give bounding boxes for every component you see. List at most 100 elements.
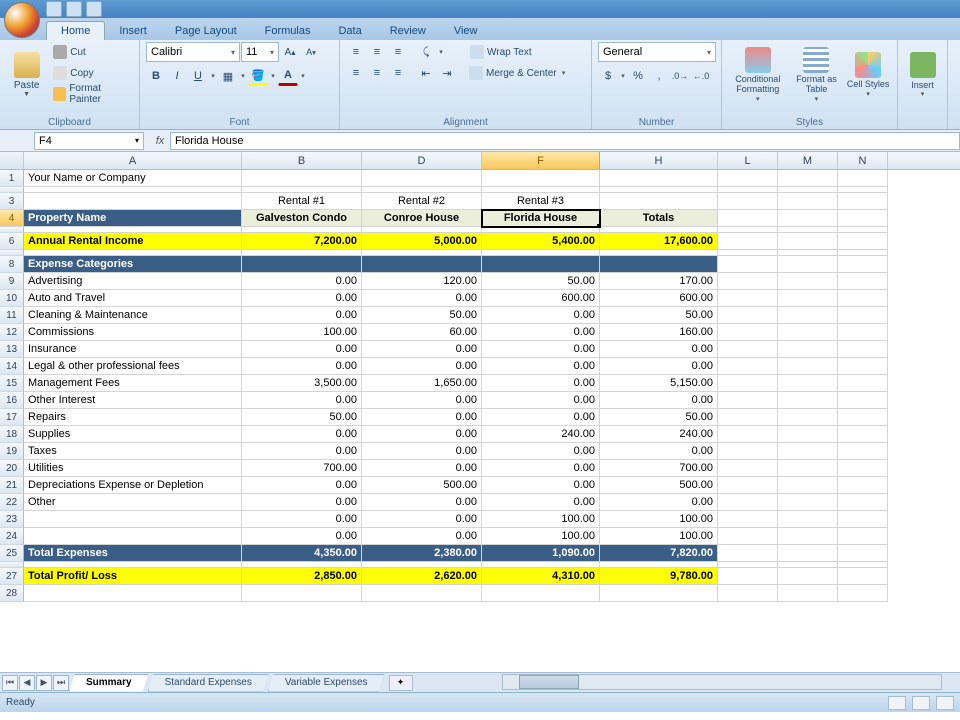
cell[interactable]: 600.00 [600,290,718,307]
cell[interactable]: Other [24,494,242,511]
row-header[interactable]: 9 [0,273,24,290]
cell[interactable]: 0.00 [242,290,362,307]
cell[interactable] [838,273,888,290]
cell[interactable] [778,210,838,227]
decrease-decimal-button[interactable]: ←.0 [691,66,711,86]
cell[interactable]: Advertising [24,273,242,290]
cell[interactable]: 0.00 [362,528,482,545]
cell[interactable]: Rental #3 [482,193,600,210]
row-header[interactable]: 1 [0,170,24,187]
cell[interactable] [718,193,778,210]
row-header[interactable]: 6 [0,233,24,250]
cell[interactable] [838,409,888,426]
chevron-down-icon[interactable]: ▾ [299,66,307,86]
col-header-f[interactable]: F [482,152,600,169]
orientation-button[interactable]: ⤹ [416,42,436,62]
cell[interactable]: 0.00 [482,494,600,511]
cell[interactable]: 500.00 [600,477,718,494]
cell[interactable]: 7,200.00 [242,233,362,250]
chevron-down-icon[interactable]: ▾ [239,66,247,86]
cell[interactable] [24,528,242,545]
cell[interactable]: Utilities [24,460,242,477]
cell[interactable]: 100.00 [242,324,362,341]
tab-data[interactable]: Data [324,22,375,40]
cell[interactable] [718,443,778,460]
row-header[interactable]: 12 [0,324,24,341]
cell[interactable]: 170.00 [600,273,718,290]
cell[interactable] [838,494,888,511]
cell[interactable] [838,324,888,341]
sheet-tab-standard[interactable]: Standard Expenses [148,674,269,692]
worksheet-grid[interactable]: 1Your Name or Company3Rental #1Rental #2… [0,170,960,672]
cell[interactable]: 0.00 [600,358,718,375]
cell[interactable]: 7,820.00 [600,545,718,562]
cell[interactable] [778,233,838,250]
cell[interactable] [838,290,888,307]
page-layout-view-icon[interactable] [912,696,930,710]
cell[interactable]: 1,090.00 [482,545,600,562]
cell[interactable]: 50.00 [242,409,362,426]
cell[interactable]: 0.00 [242,528,362,545]
tab-page-layout[interactable]: Page Layout [161,22,251,40]
cell[interactable]: Depreciations Expense or Depletion [24,477,242,494]
cell[interactable]: 5,400.00 [482,233,600,250]
cell[interactable] [838,585,888,602]
cell[interactable]: Galveston Condo [242,210,362,227]
cell[interactable] [778,545,838,562]
cell[interactable] [838,210,888,227]
format-as-table-button[interactable]: Format as Table▾ [792,42,842,108]
align-top-button[interactable]: ≡ [346,42,366,62]
cell[interactable] [718,545,778,562]
cell[interactable]: Totals [600,210,718,227]
cell[interactable] [718,494,778,511]
cell[interactable]: 0.00 [362,460,482,477]
cell[interactable] [482,585,600,602]
tab-formulas[interactable]: Formulas [251,22,325,40]
cell[interactable] [718,477,778,494]
cell[interactable]: Expense Categories [24,256,242,273]
cell[interactable] [778,358,838,375]
align-right-button[interactable]: ≡ [388,63,408,83]
cell[interactable]: Insurance [24,341,242,358]
cell[interactable]: 9,780.00 [600,568,718,585]
tab-nav-last-icon[interactable]: ⏭ [53,675,69,691]
grow-font-button[interactable]: A▴ [280,42,300,62]
cell[interactable]: 50.00 [600,307,718,324]
cell[interactable] [718,290,778,307]
row-header[interactable]: 17 [0,409,24,426]
cell[interactable] [838,528,888,545]
cell[interactable]: 0.00 [242,307,362,324]
cell[interactable] [718,256,778,273]
accounting-button[interactable]: $ [598,66,618,86]
cell[interactable]: Total Expenses [24,545,242,562]
row-header[interactable]: 20 [0,460,24,477]
conditional-formatting-button[interactable]: Conditional Formatting▾ [728,42,788,108]
cell[interactable]: Property Name [24,210,242,227]
cell[interactable]: 1,650.00 [362,375,482,392]
cell[interactable] [718,392,778,409]
cell[interactable] [600,170,718,187]
cell[interactable] [242,256,362,273]
row-header[interactable]: 15 [0,375,24,392]
cell[interactable] [362,585,482,602]
col-header-a[interactable]: A [24,152,242,169]
row-header[interactable]: 14 [0,358,24,375]
cell[interactable]: 120.00 [362,273,482,290]
cell[interactable] [778,528,838,545]
cell[interactable] [778,511,838,528]
cell[interactable] [718,409,778,426]
cell[interactable]: Conroe House [362,210,482,227]
cell[interactable] [838,443,888,460]
cell[interactable]: 0.00 [362,409,482,426]
chevron-down-icon[interactable]: ▾ [269,66,277,86]
cell[interactable]: Other Interest [24,392,242,409]
cell[interactable] [718,568,778,585]
cell[interactable] [778,477,838,494]
increase-decimal-button[interactable]: .0→ [670,66,690,86]
cell[interactable]: 0.00 [482,443,600,460]
page-break-view-icon[interactable] [936,696,954,710]
select-all-corner[interactable] [0,152,24,169]
cell[interactable] [718,210,778,227]
cell[interactable] [778,193,838,210]
align-center-button[interactable]: ≡ [367,63,387,83]
